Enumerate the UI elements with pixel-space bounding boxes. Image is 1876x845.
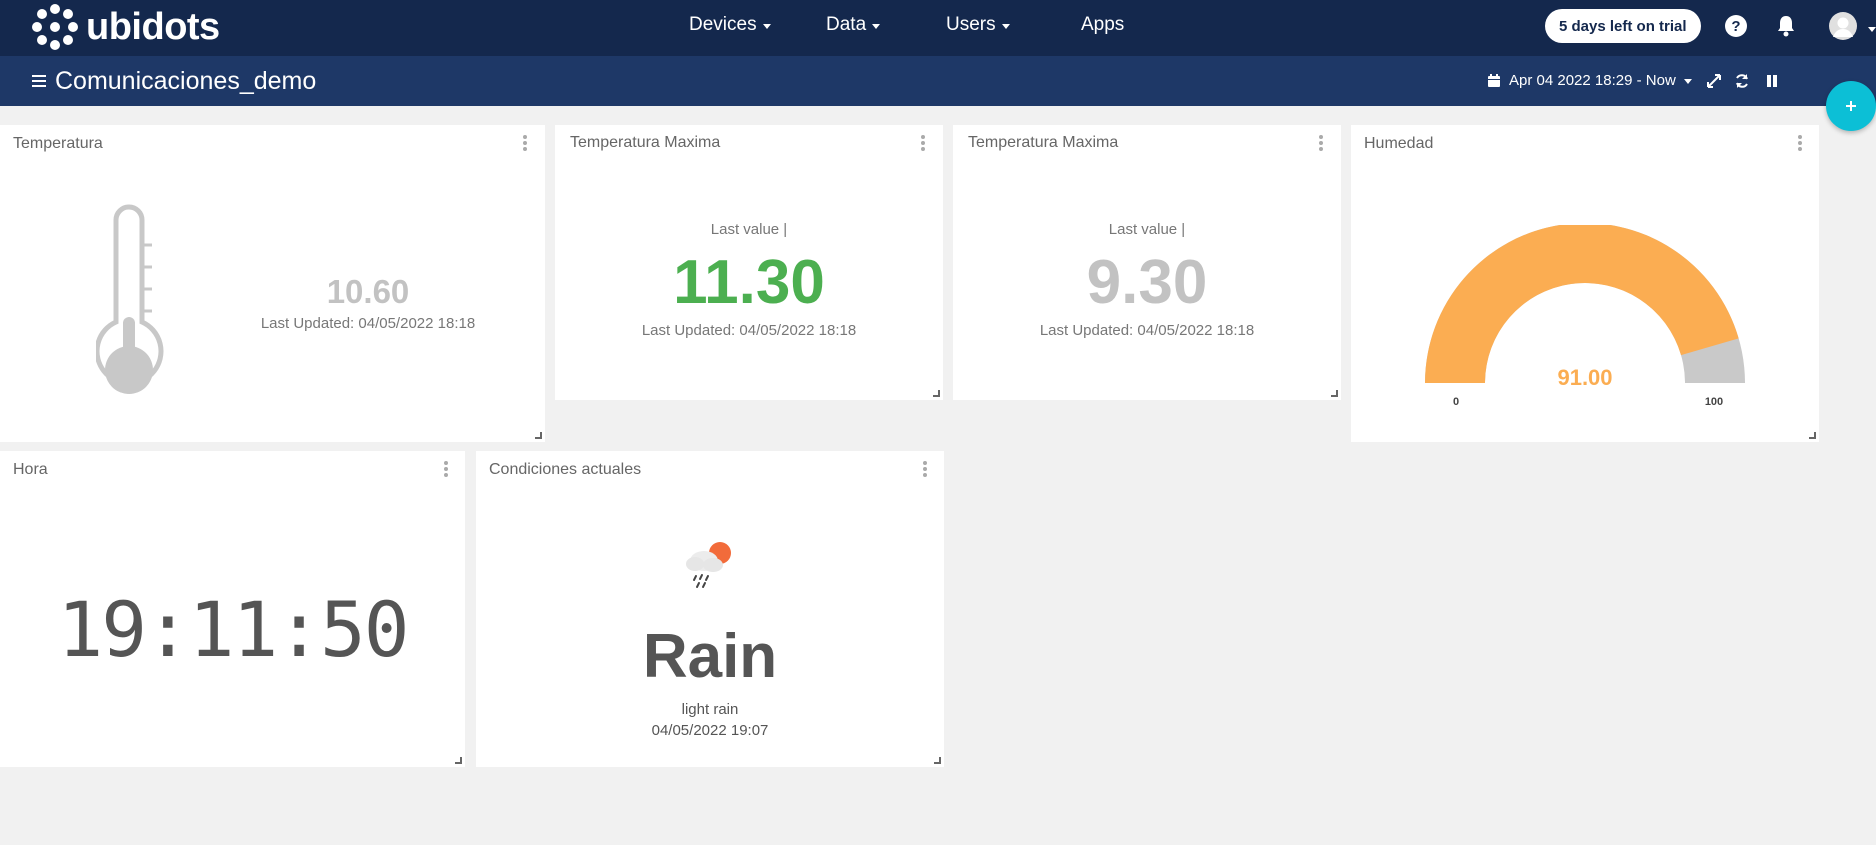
nav-apps-label: Apps: [1081, 14, 1125, 35]
ubidots-logo[interactable]: ubidots: [32, 4, 220, 50]
widget-title: Condiciones actuales: [489, 461, 642, 478]
resize-handle[interactable]: [1331, 390, 1338, 397]
widget-humedad: Humedad 91.00 0 100: [1351, 125, 1819, 442]
widget-title: Humedad: [1364, 135, 1434, 152]
more-vertical-icon[interactable]: [443, 461, 449, 479]
caret-down-icon: [872, 23, 881, 29]
more-vertical-icon[interactable]: [920, 135, 926, 153]
widget-title: Temperatura Maxima: [968, 134, 1119, 151]
last-value-caption: Last value |: [710, 221, 788, 238]
clock-time: 19:11:50: [57, 585, 409, 674]
avatar[interactable]: [1828, 11, 1858, 41]
rain-sun-icon: [686, 542, 731, 588]
resize-handle[interactable]: [535, 432, 542, 439]
dashboard-title[interactable]: Comunicaciones_demo: [55, 67, 316, 96]
widget-condiciones-actuales: Condiciones actuales Rain light rain 04/…: [476, 451, 944, 767]
more-vertical-icon[interactable]: [522, 135, 528, 153]
refresh-icon[interactable]: [1734, 73, 1750, 89]
more-vertical-icon[interactable]: [1797, 135, 1803, 153]
nav-devices[interactable]: Devices: [689, 14, 771, 36]
date-range-label: Apr 04 2022 18:29 - Now: [1509, 72, 1676, 89]
widget-temperatura: Temperatura 10.60 Last Updated: 04/05/20…: [0, 125, 545, 442]
last-updated-label: Last Updated: 04/05/2022 18:18: [260, 315, 476, 332]
widget-title: Temperatura Maxima: [570, 134, 721, 151]
last-value-caption: Last value |: [1108, 221, 1186, 238]
logo-dots-icon: [32, 4, 78, 50]
gauge-max-label: 100: [1705, 396, 1723, 405]
logo-text: ubidots: [86, 5, 220, 48]
widget-temperatura-maxima-2: Temperatura Maxima Last value | 9.30 Las…: [953, 125, 1341, 400]
nav-data-label: Data: [826, 14, 867, 35]
date-range-picker[interactable]: Apr 04 2022 18:29 - Now: [1487, 72, 1692, 89]
last-updated-label: Last Updated: 04/05/2022 18:18: [641, 322, 857, 339]
more-vertical-icon[interactable]: [922, 461, 928, 479]
menu-icon[interactable]: [32, 75, 46, 87]
widget-title: Temperatura: [13, 135, 103, 152]
gauge-value: 91.00: [1557, 365, 1612, 390]
temperature-value: 10.60: [326, 273, 410, 310]
svg-text:?: ?: [1731, 18, 1740, 35]
thermometer-icon: [96, 204, 164, 394]
plus-icon: [1846, 101, 1856, 111]
bell-icon[interactable]: [1774, 14, 1798, 38]
weather-date: 04/05/2022 19:07: [651, 722, 769, 739]
nav-data[interactable]: Data: [826, 14, 881, 36]
pause-icon[interactable]: [1764, 73, 1780, 89]
calendar-icon: [1488, 73, 1500, 87]
resize-handle[interactable]: [455, 757, 462, 764]
add-widget-button[interactable]: [1826, 81, 1876, 131]
trial-button[interactable]: 5 days left on trial: [1545, 9, 1701, 43]
resize-handle[interactable]: [934, 757, 941, 764]
max-temp-value: 11.30: [673, 248, 825, 317]
avatar-caret-icon[interactable]: [1868, 27, 1876, 32]
caret-down-icon: [1001, 23, 1010, 29]
weather-description: light rain: [681, 701, 739, 718]
more-vertical-icon[interactable]: [1318, 135, 1324, 153]
resize-handle[interactable]: [933, 390, 940, 397]
gauge-min-label: 0: [1453, 396, 1459, 405]
humidity-gauge: 91.00 0 100: [1425, 225, 1745, 405]
caret-down-icon: [762, 23, 771, 29]
top-navbar: ubidots Devices Data Users Apps 5 days l…: [0, 0, 1876, 56]
caret-down-icon: [1683, 79, 1692, 84]
fullscreen-icon[interactable]: [1706, 73, 1722, 89]
last-updated-label: Last Updated: 04/05/2022 18:18: [1039, 322, 1255, 339]
widget-title: Hora: [13, 461, 48, 478]
help-icon[interactable]: ?: [1724, 14, 1748, 38]
max-temp-value: 9.30: [1086, 248, 1208, 317]
nav-devices-label: Devices: [689, 14, 757, 35]
resize-handle[interactable]: [1809, 432, 1816, 439]
nav-users-label: Users: [946, 14, 996, 35]
widget-hora: Hora 19:11:50: [0, 451, 465, 767]
nav-apps[interactable]: Apps: [1081, 14, 1124, 36]
weather-condition: Rain: [642, 622, 778, 691]
nav-users[interactable]: Users: [946, 14, 1010, 36]
dashboard-header: Comunicaciones_demo Apr 04 2022 18:29 - …: [0, 56, 1876, 106]
widget-temperatura-maxima-1: Temperatura Maxima Last value | 11.30 La…: [555, 125, 943, 400]
